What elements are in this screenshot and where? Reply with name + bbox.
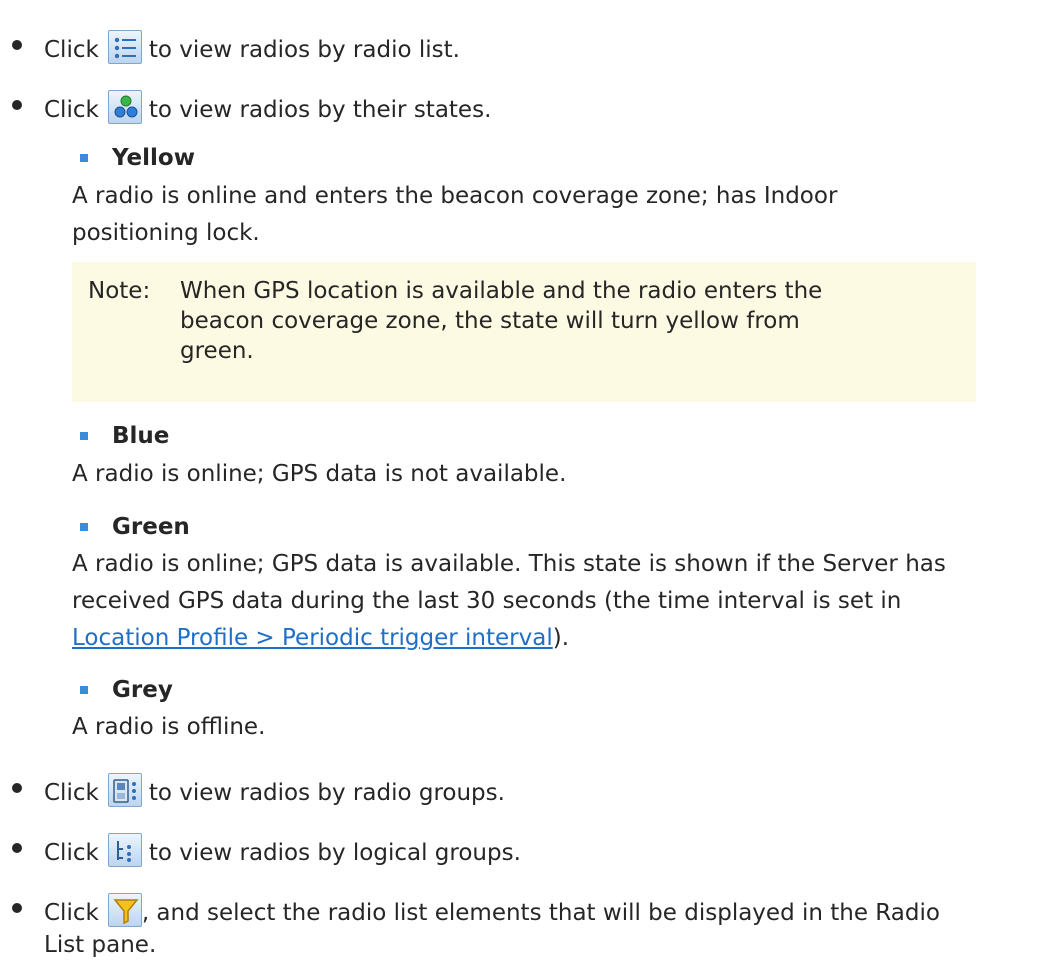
list-item-radio-groups: Click to view radios by radio groups. xyxy=(44,773,505,808)
item-text-continued: List pane. xyxy=(44,932,157,958)
note-line: green. xyxy=(180,338,254,364)
list-item-logical-groups: Click to view radios by logical groups. xyxy=(44,833,521,868)
sub-bullet xyxy=(80,432,88,440)
radio-list-icon[interactable] xyxy=(107,30,142,64)
radio-states-icon[interactable] xyxy=(107,90,142,124)
state-desc-green-1: A radio is online; GPS data is available… xyxy=(72,551,946,577)
state-title-yellow: Yellow xyxy=(112,145,195,171)
bullet xyxy=(12,903,22,913)
logical-groups-icon[interactable] xyxy=(107,833,142,867)
state-desc-yellow-1: A radio is online and enters the beacon … xyxy=(72,183,838,209)
state-title-blue: Blue xyxy=(112,423,170,449)
click-label: Click xyxy=(44,97,99,123)
note-box: Note: When GPS location is available and… xyxy=(72,262,976,402)
bullet xyxy=(12,783,22,793)
click-label: Click xyxy=(44,780,99,806)
bullet xyxy=(12,100,22,110)
sub-bullet xyxy=(80,686,88,694)
radio-groups-icon[interactable] xyxy=(107,773,142,807)
location-profile-link[interactable]: Location Profile > Periodic trigger inte… xyxy=(72,625,553,651)
state-desc-green-2: received GPS data during the last 30 sec… xyxy=(72,588,902,614)
item-text: to view radios by radio groups. xyxy=(148,780,505,806)
click-label: Click xyxy=(44,840,99,866)
state-title-grey: Grey xyxy=(112,677,173,703)
sub-bullet xyxy=(80,523,88,531)
note-line: beacon coverage zone, the state will tur… xyxy=(180,308,800,334)
state-desc-green-3: Location Profile > Periodic trigger inte… xyxy=(72,623,569,653)
item-text: , and select the radio list elements tha… xyxy=(141,900,940,926)
note-line: When GPS location is available and the r… xyxy=(180,278,823,304)
list-item-radio-list: Click to view radios by radio list. xyxy=(44,30,460,65)
sub-bullet xyxy=(80,154,88,162)
link-suffix: ). xyxy=(552,625,570,651)
state-title-green: Green xyxy=(112,514,190,540)
click-label: Click xyxy=(44,37,99,63)
click-label: Click xyxy=(44,900,99,926)
list-item-radio-states: Click to view radios by their states. xyxy=(44,90,491,125)
item-text: to view radios by their states. xyxy=(148,97,492,123)
list-item-filter: Click , and select the radio list elemen… xyxy=(44,893,940,928)
filter-icon[interactable] xyxy=(107,893,142,927)
bullet xyxy=(12,843,22,853)
state-desc-yellow-2: positioning lock. xyxy=(72,220,260,246)
note-body: When GPS location is available and the r… xyxy=(180,276,823,366)
bullet xyxy=(12,40,22,50)
state-desc-blue: A radio is online; GPS data is not avail… xyxy=(72,461,567,487)
state-desc-grey: A radio is offline. xyxy=(72,714,266,740)
item-text: to view radios by radio list. xyxy=(148,37,460,63)
note-label: Note: xyxy=(88,278,151,304)
item-text: to view radios by logical groups. xyxy=(148,840,521,866)
